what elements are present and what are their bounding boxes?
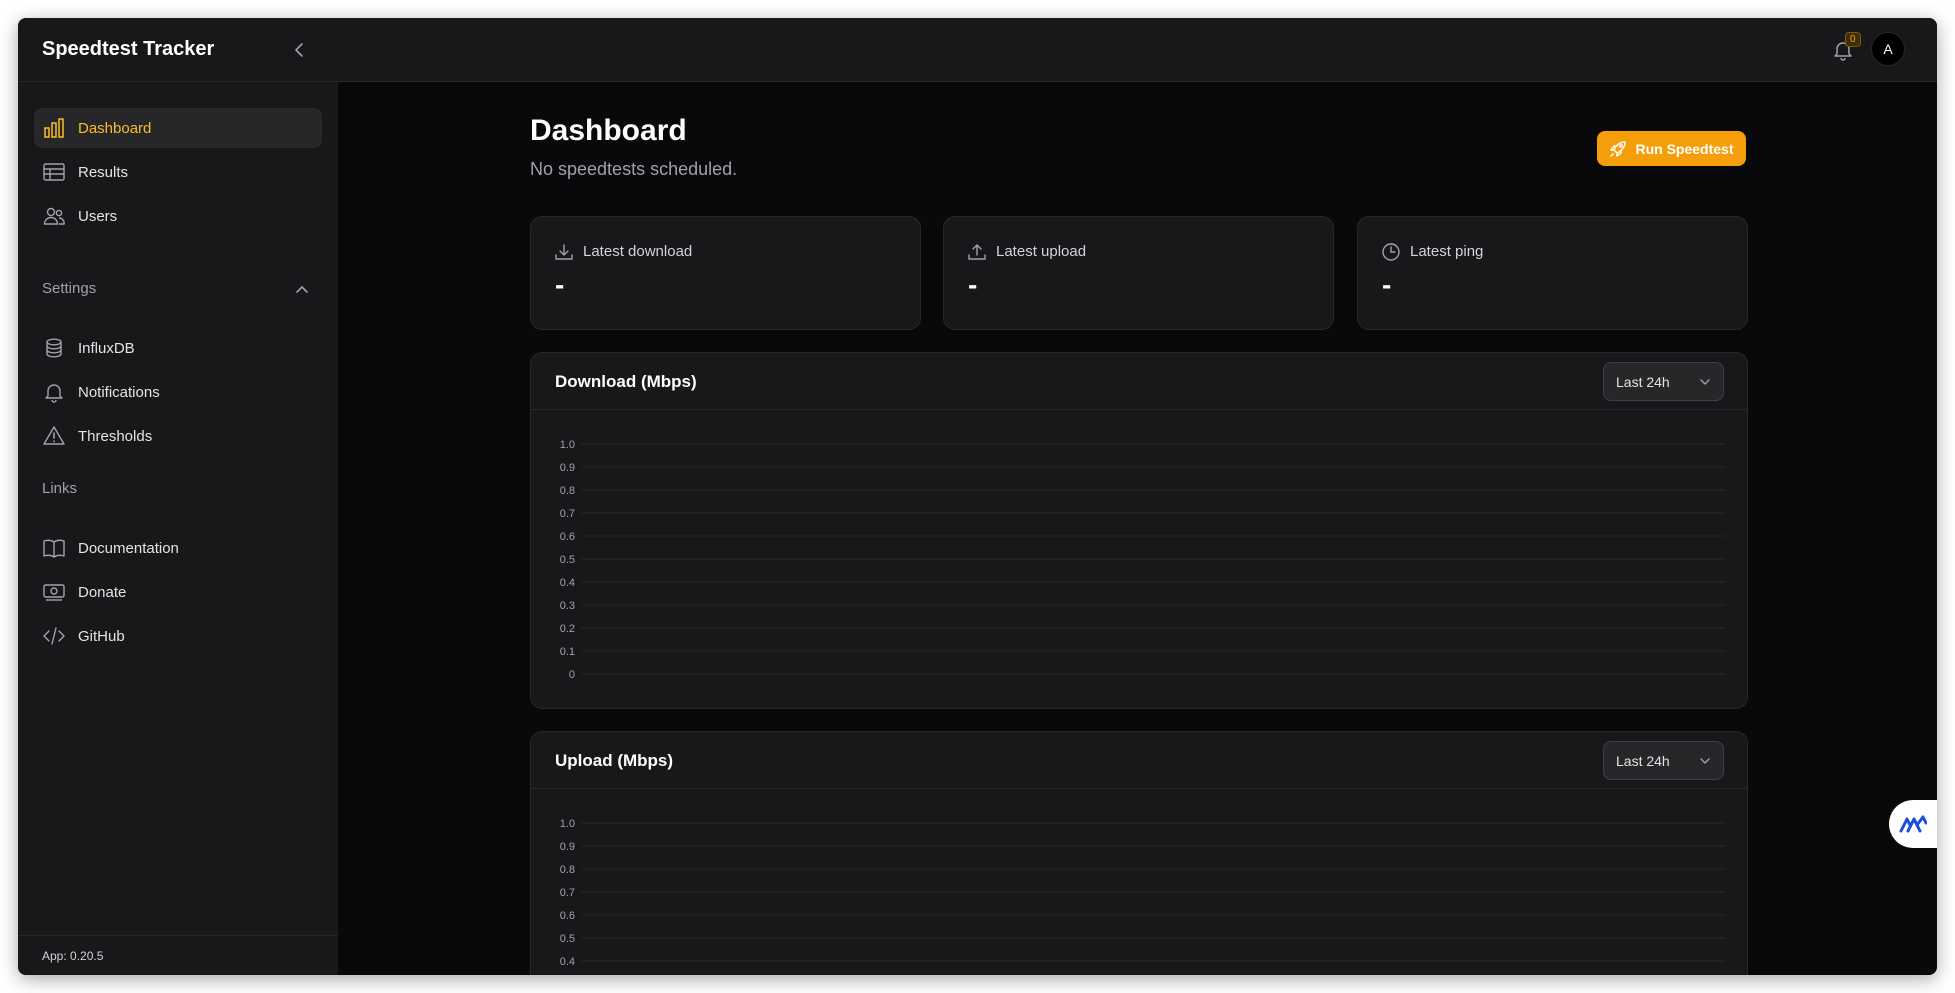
top-bar: Speedtest Tracker 0 A xyxy=(18,18,1937,82)
sidebar-item-dashboard[interactable]: Dashboard xyxy=(34,108,322,148)
y-tick-label: 0.6 xyxy=(560,531,575,543)
sidebar: Dashboard Results Users Settings InfluxD… xyxy=(18,82,338,975)
latest-download-card: Latest download - xyxy=(530,216,921,330)
sidebar-item-notifications[interactable]: Notifications xyxy=(34,372,322,412)
sidebar-item-label: Notifications xyxy=(78,383,160,401)
y-tick-label: 0.8 xyxy=(560,485,575,497)
chevron-up-icon[interactable] xyxy=(294,282,310,298)
range-select-value: Last 24h xyxy=(1616,752,1670,769)
notification-count-badge: 0 xyxy=(1845,32,1861,47)
bar-chart-icon xyxy=(42,116,66,140)
sidebar-item-label: Thresholds xyxy=(78,427,153,445)
sidebar-item-donate[interactable]: Donate xyxy=(34,572,322,612)
y-tick-label: 0.3 xyxy=(560,600,575,612)
book-icon xyxy=(42,536,66,560)
settings-group-label: Settings xyxy=(42,280,97,297)
sidebar-item-label: Donate xyxy=(78,583,127,601)
sidebar-item-label: Documentation xyxy=(78,539,179,557)
sidebar-item-label: Users xyxy=(78,207,118,225)
chevron-down-icon xyxy=(1700,379,1710,385)
sidebar-item-label: GitHub xyxy=(78,627,125,645)
money-icon xyxy=(42,580,66,604)
latest-ping-card: Latest ping - xyxy=(1357,216,1748,330)
main-content: Dashboard No speedtests scheduled. Run S… xyxy=(338,82,1937,975)
y-tick-label: 0.8 xyxy=(560,864,575,876)
y-tick-label: 0.9 xyxy=(560,841,575,853)
y-tick-label: 0.9 xyxy=(560,462,575,474)
y-tick-label: 0.7 xyxy=(560,508,575,520)
chevron-down-icon xyxy=(1700,758,1710,764)
chevron-left-icon xyxy=(295,43,303,57)
chart-title: Download (Mbps) xyxy=(555,372,697,391)
upload-chart: 1.0 0.9 0.8 0.7 0.6 0.5 0.4 xyxy=(560,818,1725,968)
y-tick-label: 0.4 xyxy=(560,577,575,589)
collapse-sidebar-button[interactable] xyxy=(288,38,312,62)
app-window: Speedtest Tracker 0 A Dashboard Results xyxy=(18,18,1937,975)
sidebar-footer: App: 0.20.5 xyxy=(18,935,338,975)
table-icon xyxy=(42,160,66,184)
range-select-value: Last 24h xyxy=(1616,373,1670,390)
stat-value: - xyxy=(555,269,565,300)
links-group-label: Links xyxy=(42,480,78,497)
sidebar-item-label: InfluxDB xyxy=(78,339,135,357)
chart-title: Upload (Mbps) xyxy=(555,751,674,770)
upload-range-select[interactable]: Last 24h xyxy=(1603,741,1724,780)
y-tick-label: 0.6 xyxy=(560,910,575,922)
download-icon xyxy=(555,244,573,260)
code-icon xyxy=(42,624,66,648)
sidebar-item-label: Results xyxy=(78,163,129,181)
stat-label: Latest ping xyxy=(1410,243,1484,260)
app-version: App: 0.20.5 xyxy=(42,949,104,963)
sidebar-item-documentation[interactable]: Documentation xyxy=(34,528,322,568)
y-tick-label: 0.5 xyxy=(560,554,575,566)
sidebar-item-users[interactable]: Users xyxy=(34,196,322,236)
app-brand[interactable]: Speedtest Tracker xyxy=(42,38,214,61)
clock-icon xyxy=(1382,243,1400,261)
bell-icon xyxy=(42,380,66,404)
sidebar-item-label: Dashboard xyxy=(78,119,152,137)
app-logo-icon xyxy=(1899,815,1927,833)
rocket-icon xyxy=(1610,140,1627,157)
stat-value: - xyxy=(968,269,978,300)
sidebar-item-results[interactable]: Results xyxy=(34,152,322,192)
chart-header: Upload (Mbps) Last 24h xyxy=(531,732,1747,789)
y-tick-label: 0.2 xyxy=(560,623,575,635)
y-tick-label: 0 xyxy=(569,669,575,681)
stat-label: Latest upload xyxy=(996,243,1087,260)
y-tick-label: 1.0 xyxy=(560,439,575,451)
database-icon xyxy=(42,336,66,360)
download-chart-card: Download (Mbps) Last 24h 1.0 0.9 0.8 0.7 0.6… xyxy=(530,352,1748,709)
sidebar-item-thresholds[interactable]: Thresholds xyxy=(34,416,322,456)
upload-chart-card: Upload (Mbps) Last 24h 1.0 0.9 0.8 0.7 0.6 0.… xyxy=(530,731,1748,975)
warning-triangle-icon xyxy=(42,424,66,448)
y-tick-label: 0.7 xyxy=(560,887,575,899)
sidebar-item-influxdb[interactable]: InfluxDB xyxy=(34,328,322,368)
y-tick-label: 0.5 xyxy=(560,933,575,945)
stat-value: - xyxy=(1382,269,1392,300)
latest-upload-card: Latest upload - xyxy=(943,216,1334,330)
page-title: Dashboard xyxy=(530,114,687,147)
users-icon xyxy=(42,204,66,228)
y-tick-label: 1.0 xyxy=(560,818,575,830)
notifications-button[interactable]: 0 xyxy=(1831,32,1861,64)
y-tick-label: 0.4 xyxy=(560,956,575,968)
floating-widget-button[interactable] xyxy=(1889,800,1937,848)
upload-icon xyxy=(968,244,986,260)
download-chart: 1.0 0.9 0.8 0.7 0.6 0.5 0.4 0.3 0.2 0.1 0 xyxy=(560,439,1725,681)
stat-label: Latest download xyxy=(583,243,693,260)
y-tick-label: 0.1 xyxy=(560,646,575,658)
run-speedtest-label: Run Speedtest xyxy=(1635,140,1734,157)
sidebar-item-github[interactable]: GitHub xyxy=(34,616,322,656)
chart-header: Download (Mbps) Last 24h xyxy=(531,353,1747,410)
run-speedtest-button[interactable]: Run Speedtest xyxy=(1597,131,1746,166)
download-range-select[interactable]: Last 24h xyxy=(1603,362,1724,401)
user-avatar[interactable]: A xyxy=(1871,32,1905,66)
page-subtitle: No speedtests scheduled. xyxy=(530,159,738,179)
